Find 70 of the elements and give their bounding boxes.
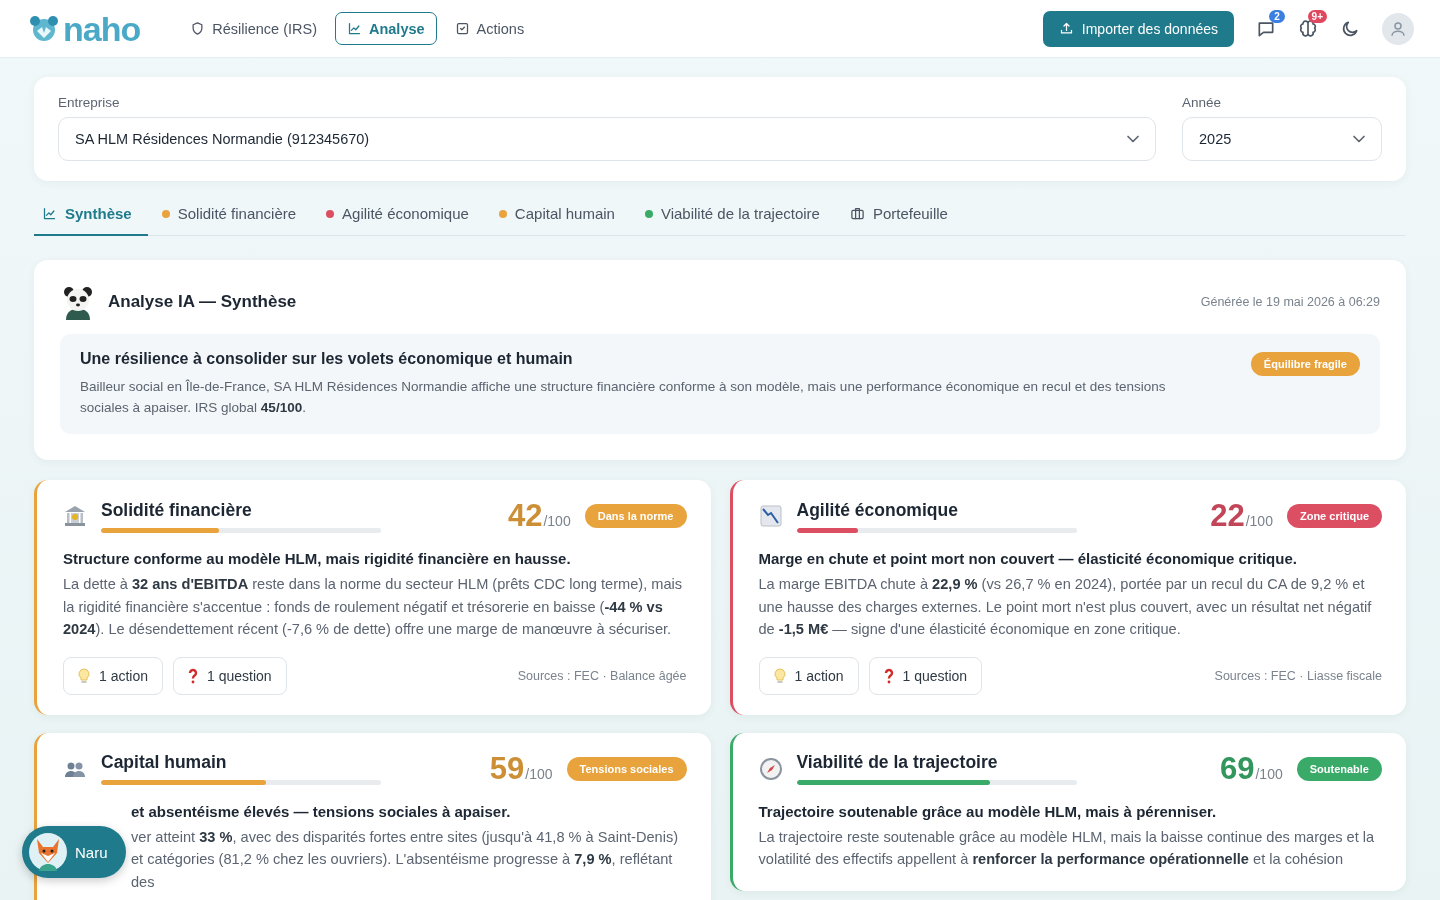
score-scale: /100 <box>543 513 571 529</box>
status-badge: Tensions sociales <box>566 756 687 781</box>
lightbulb-icon <box>773 667 786 684</box>
card-title: Solidité financière <box>101 499 253 521</box>
card-title: Agilité économique <box>796 499 959 521</box>
action-chip[interactable]: 1 action <box>758 656 859 695</box>
line-chart-icon <box>346 21 362 36</box>
lightbulb-icon <box>78 667 90 684</box>
score-value: 42 <box>507 498 543 534</box>
section-tab[interactable]: Capital humain <box>490 195 631 236</box>
card-headline: Trajectoire soutenable grâce au modèle HLM, mais à pérenniser. <box>758 802 1218 820</box>
section-tab[interactable]: Portefeuille <box>841 195 964 236</box>
section-tab[interactable]: Synthèse <box>34 195 148 236</box>
status-badge: Équilibre fragile <box>1250 352 1360 376</box>
card-text: La marge EBITDA chute à 22,9 % (vs 26,7 % en 2024), portée par un recul du CA de 9,2 % et une hausse des charges externes. Le point mort n'est plus couvert, avec un résultat net négatif de -1,5 M€ — signe d'une élasticité économique en zone critique. <box>758 575 1373 640</box>
moon-icon[interactable] <box>1340 18 1360 39</box>
import-button[interactable]: Importer des données <box>1042 10 1234 47</box>
question-mark-icon <box>883 667 894 684</box>
status-badge: Zone critique <box>1286 504 1382 528</box>
briefcase-icon <box>849 206 865 221</box>
card-headline: Structure conforme au modèle HLM, mais rigidité financière en hausse. <box>63 550 572 567</box>
card-headline: Marge en chute et point mort non couvert — élasticité économique critique. <box>758 550 1298 567</box>
card-text: ver atteint 33 %, avec des disparités fortes entre sites (jusqu'à 41,8 % à Saint-Denis) et catégories (81,2 % chez les ouvriers). L'absentéisme progresse à 7,9 %, reflétant des <box>131 827 680 892</box>
question-chip[interactable]: 1 question <box>173 656 287 695</box>
notification-badge: 9+ <box>1307 9 1327 23</box>
line-chart-icon <box>42 206 57 221</box>
field-label: Entreprise <box>58 95 121 110</box>
year-select[interactable]: 2025 <box>1182 117 1382 161</box>
summary-text: Bailleur social en Île-de-France, SA HLM Résidences Normandie affiche une structure financière conforme à son modèle, mais une performance économique en recul et des tensions sociales à apaiser. IRS global 45/100. <box>80 378 1167 417</box>
logo-icon <box>28 13 60 44</box>
company-select[interactable]: SA HLM Résidences Normandie (912345670) <box>58 117 1156 161</box>
shield-icon <box>190 21 206 36</box>
score-scale: /100 <box>1245 513 1273 529</box>
score-value: 22 <box>1210 498 1245 534</box>
section-tab[interactable]: Agilité économique <box>318 195 485 236</box>
field-label: Année <box>1182 95 1223 110</box>
section-tab[interactable]: Solidité financière <box>153 195 313 236</box>
notification-badge: 2 <box>1269 9 1285 23</box>
generated-date: Générée le 19 mai 2026 à 06:29 <box>1200 295 1380 309</box>
action-chip[interactable]: 1 action <box>63 656 164 695</box>
score-value: 59 <box>489 750 525 787</box>
bank-icon <box>63 504 87 528</box>
assistant-button[interactable]: Naru <box>22 826 126 878</box>
section-tab[interactable]: Viabilité de la trajectoire <box>636 195 836 236</box>
score-value: 69 <box>1219 750 1255 787</box>
upload-icon <box>1058 21 1074 36</box>
score-scale: /100 <box>1255 765 1283 782</box>
nav-tab[interactable]: Actions <box>442 12 537 45</box>
nav-tab[interactable]: Analyse <box>334 12 437 45</box>
status-badge: Dans la norme <box>584 504 687 528</box>
status-badge: Soutenable <box>1296 756 1382 781</box>
falling-chart-icon <box>758 504 783 528</box>
card-title: Viabilité de la trajectoire <box>796 752 999 774</box>
card-text: La trajectoire reste soutenable grâce au modèle HLM, mais la baisse continue des marges et la volatilité des effectifs appellent à renforcer la performance opérationnelle et la cohésion <box>758 827 1376 870</box>
card-title: Capital humain <box>101 752 228 774</box>
brain-icon[interactable] <box>1298 18 1318 39</box>
compass-icon <box>758 756 783 781</box>
summary-headline: Une résilience à consolider sur les volets économique et humain <box>80 350 574 368</box>
score-scale: /100 <box>525 765 553 782</box>
fox-avatar <box>29 833 67 871</box>
nav-tab[interactable]: Résilience (IRS) <box>178 12 329 45</box>
user-avatar[interactable] <box>1382 12 1414 45</box>
question-mark-icon <box>188 667 199 684</box>
card-headline: et absentéisme élevés — tensions sociales à apaiser. <box>131 802 512 820</box>
sources-note: Sources : FEC · Liasse fiscale <box>1214 668 1382 683</box>
question-chip[interactable]: 1 question <box>868 656 983 695</box>
checkbox-icon <box>454 21 470 36</box>
sources-note: Sources : FEC · Balance âgée <box>517 668 687 683</box>
section-title: Analyse IA — Synthèse <box>108 292 297 312</box>
card-text: La dette à 32 ans d'EBITDA reste dans la norme du secteur HLM (prêts CDC long terme), mais la rigidité financière s'accentue : fonds de roulement négatif et trésorerie en baisse (-44 % vs 2024). Le désendettement récent (-7,6 % de dette) offre une marge de manœuvre à sécuriser. <box>63 575 684 640</box>
